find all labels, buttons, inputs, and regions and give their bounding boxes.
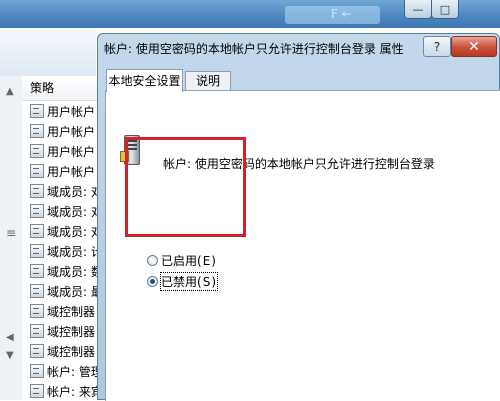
policy-item-icon [30, 124, 44, 138]
policy-item-icon [30, 144, 44, 158]
policy-item-icon [30, 224, 44, 238]
option-enabled[interactable]: 已启用 (E) [147, 252, 217, 269]
policy-item-icon [30, 184, 44, 198]
scroll-grip-icon[interactable]: ≡ [6, 226, 16, 240]
scroll-up-icon[interactable]: ▲ [6, 86, 14, 97]
policy-list-item[interactable]: 帐户: 来宾 [22, 381, 98, 400]
background-toolbar [0, 28, 96, 77]
policy-column-header[interactable]: 策略 [22, 76, 98, 101]
properties-dialog: 帐户: 使用空密码的本地帐户只允许进行控制台登录 属性 ? ✕ 本地安全设置 说… [97, 33, 500, 401]
policy-item-label: 域成员: 对 [47, 204, 98, 219]
policy-item-icon [30, 164, 44, 178]
policy-item-icon [30, 204, 44, 218]
disabled-hotkey: (S) [197, 275, 217, 289]
policy-item-icon [30, 244, 44, 258]
tree-pane-strip: ▲ ≡ ◀ ▼ [0, 76, 23, 400]
policy-item-icon [30, 364, 44, 378]
policy-item-label: 域成员: 数 [47, 264, 98, 279]
policy-list-item[interactable]: 域成员: 对 [22, 221, 98, 241]
policy-list-item[interactable]: 用户帐户 [22, 161, 98, 181]
policy-item-label: 用户帐户 [47, 124, 96, 139]
policy-item-icon [30, 304, 44, 318]
policy-item-icon [30, 324, 44, 338]
policy-list-item[interactable]: 域控制器 [22, 341, 98, 361]
tab-explain[interactable]: 说明 [185, 71, 231, 91]
policy-name: 帐户: 使用空密码的本地帐户只允许进行控制台登录 [163, 157, 435, 171]
policy-item-label: 域成员: 最 [47, 284, 98, 299]
policy-list-item[interactable]: 域成员: 计 [22, 241, 98, 261]
policy-item-label: 域控制器 [47, 344, 96, 359]
close-button[interactable]: ✕ [451, 36, 497, 57]
policy-item-label: 域成员: 计 [47, 244, 98, 259]
help-button[interactable]: ? [423, 36, 451, 57]
policy-list-item[interactable]: 域成员: 数 [22, 261, 98, 281]
policy-list-item[interactable]: 域成员: 对 [22, 201, 98, 221]
background-window-titlebar: F ← — □ [0, 0, 500, 28]
policy-item-icon [30, 284, 44, 298]
dialog-title: 帐户: 使用空密码的本地帐户只允许进行控制台登录 属性 [104, 42, 404, 56]
disabled-label: 已禁用 [161, 275, 198, 289]
policy-list-item[interactable]: 域成员: 最 [22, 281, 98, 301]
policy-item-icon [30, 344, 44, 358]
maximize-button[interactable]: □ [431, 0, 459, 19]
enabled-radio[interactable] [147, 255, 158, 266]
policy-item-label: 用户帐户 [47, 164, 96, 179]
scroll-left-icon[interactable]: ◀ [6, 332, 14, 343]
policy-server-icon [120, 135, 142, 165]
tab-local-security-setting[interactable]: 本地安全设置 [106, 69, 183, 92]
policy-item-label: 用户帐户 [47, 104, 96, 119]
enabled-hotkey: (E) [197, 253, 217, 268]
policy-item-label: 域控制器 [47, 304, 96, 319]
policy-list: 策略 用户帐户 用户帐户 用户帐户 用户帐户 域成员: 对域成员: 对域成员: 对域成员… [22, 76, 98, 400]
policy-item-label: 域控制器 [47, 324, 96, 339]
policy-list-item[interactable]: 帐户: 管理 [22, 361, 98, 381]
minimize-button[interactable]: — [404, 0, 432, 19]
glow-text: F ← [331, 7, 352, 21]
scroll-down-icon[interactable]: ▼ [6, 350, 14, 361]
policy-list-item[interactable]: 用户帐户 [22, 101, 98, 121]
tab-panel: 帐户: 使用空密码的本地帐户只允许进行控制台登录 已启用 (E) 已禁用(S) [105, 90, 500, 401]
policy-item-icon [30, 384, 44, 398]
policy-list-item[interactable]: 用户帐户 [22, 141, 98, 161]
policy-item-label: 用户帐户 [47, 144, 96, 159]
enabled-label: 已启用 [161, 254, 198, 268]
policy-item-label: 域成员: 对 [47, 184, 98, 199]
disabled-label-focused: 已禁用(S) [160, 272, 218, 291]
policy-list-item[interactable]: 域控制器 [22, 321, 98, 341]
policy-item-label: 帐户: 管理 [47, 364, 98, 379]
policy-item-label: 域成员: 对 [47, 224, 98, 239]
policy-item-label: 帐户: 来宾 [47, 384, 98, 399]
taskbar-glow: F ← [285, 6, 380, 24]
policy-item-icon [30, 104, 44, 118]
policy-list-item[interactable]: 域成员: 对 [22, 181, 98, 201]
policy-item-icon [30, 264, 44, 278]
option-disabled[interactable]: 已禁用(S) [147, 272, 218, 291]
policy-list-item[interactable]: 域控制器 [22, 301, 98, 321]
policy-list-item[interactable]: 用户帐户 [22, 121, 98, 141]
disabled-radio[interactable] [147, 276, 158, 287]
